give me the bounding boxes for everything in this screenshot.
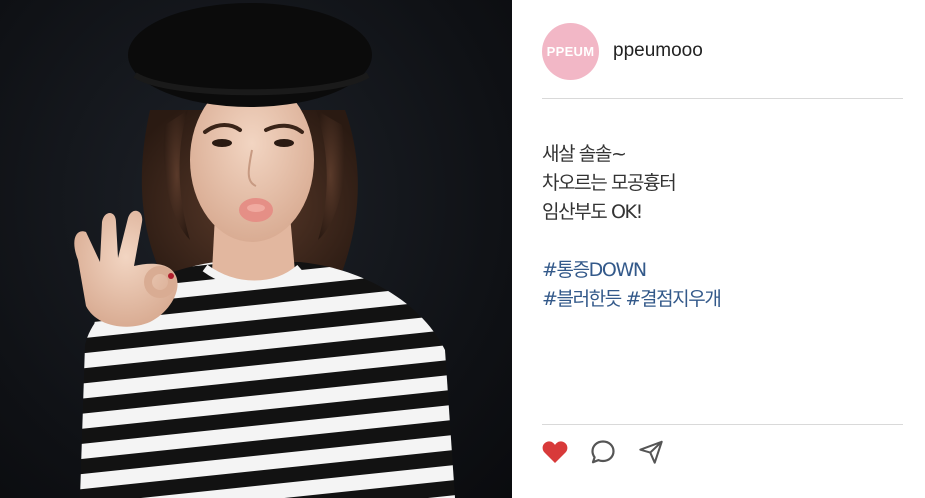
username[interactable]: ppeumooo	[613, 40, 703, 62]
post-panel: PPEUM ppeumooo 새살 솔솔~ 차오르는 모공흉터 임산부도 OK!…	[512, 0, 925, 498]
caption-line: 차오르는 모공흉터	[542, 172, 677, 194]
comment-button[interactable]	[590, 439, 616, 465]
post-photo	[0, 0, 512, 498]
share-button[interactable]	[638, 439, 664, 465]
caption-line: 임산부도 OK!	[542, 201, 643, 223]
actions-divider	[542, 424, 903, 425]
hashtag-list: #통증DOWN #블러한듯 #결점지우개	[542, 256, 903, 314]
caption-line: 새살 솔솔~	[542, 143, 627, 165]
header-divider	[542, 98, 903, 99]
post-actions	[542, 436, 686, 468]
hashtag-line[interactable]: #블러한듯 #결점지우개	[542, 285, 903, 314]
post-header: PPEUM ppeumooo	[542, 22, 703, 80]
like-button[interactable]	[542, 439, 568, 465]
comment-icon	[591, 440, 615, 464]
send-icon	[639, 440, 663, 464]
woman-in-beret-illustration	[74, 3, 455, 498]
avatar[interactable]: PPEUM	[542, 22, 599, 80]
post-caption: 새살 솔솔~ 차오르는 모공흉터 임산부도 OK! #통증DOWN #블러한듯 …	[542, 140, 903, 314]
heart-icon	[542, 441, 568, 463]
hashtag-line[interactable]: #통증DOWN	[542, 256, 903, 285]
